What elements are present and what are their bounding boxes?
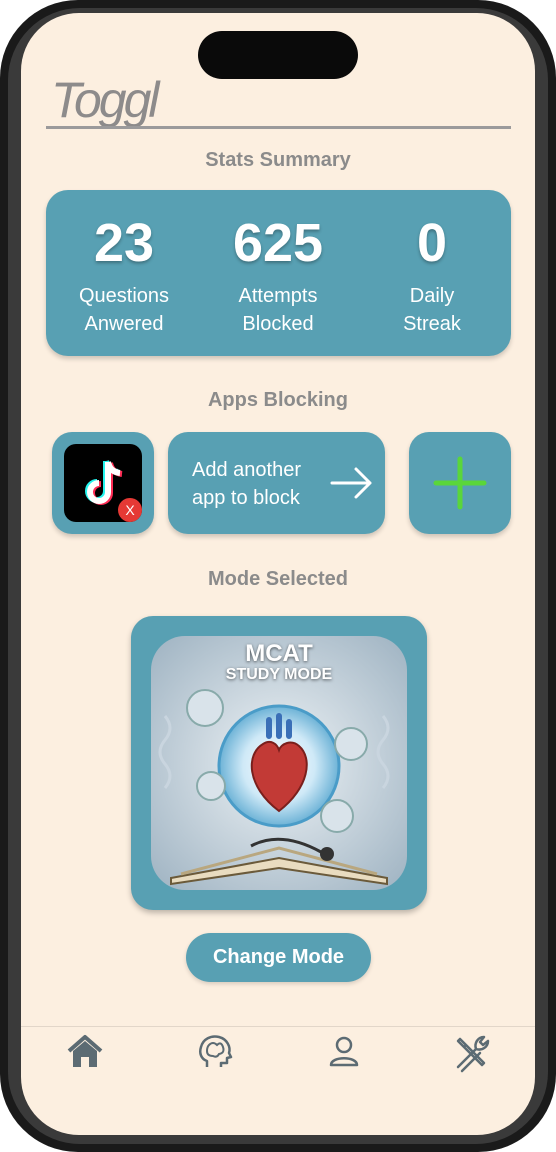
apps-section-title: Apps Blocking <box>207 389 348 411</box>
home-icon <box>67 1035 103 1067</box>
arrow-right-icon <box>330 467 372 499</box>
stat-label-line1: Questions <box>78 285 170 307</box>
stat-value: 0 <box>416 213 448 273</box>
mode-image-title-line2: STUDY MODE <box>225 666 333 683</box>
stat-label-line2: Blocked <box>242 313 314 335</box>
mode-section-title: Mode Selected <box>207 568 349 590</box>
stat-label-line2: Anwered <box>84 313 164 335</box>
tab-bar-divider <box>21 1026 535 1027</box>
blocked-app-tiktok[interactable]: X <box>52 432 154 534</box>
plus-icon <box>433 456 487 510</box>
stat-label-line2: Streak <box>403 313 461 335</box>
dynamic-island <box>198 31 358 79</box>
add-app-button[interactable]: Add another app to block <box>168 432 385 534</box>
change-mode-button[interactable]: Change Mode <box>186 933 371 982</box>
mode-card[interactable]: MCAT STUDY MODE <box>131 616 427 910</box>
header-divider <box>46 126 511 129</box>
stat-questions: 23 Questions Anwered <box>49 190 199 338</box>
profile-icon <box>329 1036 359 1067</box>
add-plus-button[interactable] <box>409 432 511 534</box>
tab-profile[interactable] <box>322 1031 366 1075</box>
mcat-mode-image: MCAT STUDY MODE <box>151 636 407 890</box>
screen: Toggl Stats Summary 23 Questions Anwered… <box>21 13 535 1135</box>
tab-tools[interactable] <box>450 1031 494 1075</box>
add-app-label-line2: app to block <box>192 487 300 509</box>
add-app-label: Add another app to block <box>192 456 322 512</box>
add-app-label-line1: Add another <box>192 459 301 481</box>
stats-section-title: Stats Summary <box>205 149 351 171</box>
stats-card: 23 Questions Anwered 625 Attempts Blocke… <box>46 190 511 356</box>
tools-icon <box>456 1035 490 1073</box>
stat-attempts: 625 Attempts Blocked <box>203 190 353 338</box>
app-logo: Toggl <box>51 72 159 128</box>
tab-brain[interactable] <box>193 1031 237 1075</box>
stat-label-line1: Attempts <box>238 285 318 307</box>
stat-value: 23 <box>93 213 155 273</box>
stat-label-line1: Daily <box>409 285 455 307</box>
stat-value: 625 <box>232 213 324 273</box>
remove-badge[interactable]: X <box>118 498 142 522</box>
brain-icon <box>199 1035 233 1067</box>
mode-image-title-line1: MCAT <box>245 640 313 667</box>
tab-home[interactable] <box>63 1031 107 1075</box>
stat-streak: 0 Daily Streak <box>357 190 507 338</box>
